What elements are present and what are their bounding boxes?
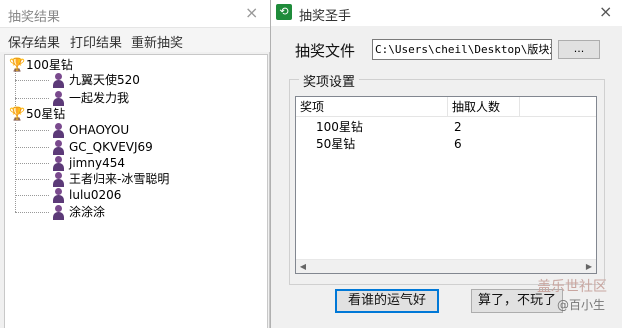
column-prize[interactable]: 奖项 <box>296 97 448 117</box>
trophy-icon: 🏆 <box>9 106 26 122</box>
winner-name: 九翼天使520 <box>69 73 140 87</box>
close-icon[interactable]: × <box>245 3 258 22</box>
person-icon <box>51 123 65 138</box>
prize-count: 2 <box>454 120 462 134</box>
menu-redraw[interactable]: 重新抽奖 <box>131 32 183 51</box>
person-icon <box>51 172 65 187</box>
tree-connector <box>15 195 49 196</box>
tree-connector <box>15 80 49 81</box>
prize-settings-title: 奖项设置 <box>299 71 360 90</box>
prize-name: 100星钻 <box>316 120 363 134</box>
winner-name: 涂涂涂 <box>69 205 106 219</box>
prize-row[interactable]: 50星钻 6 <box>296 136 596 153</box>
tree-item[interactable]: 九翼天使520 <box>51 72 140 89</box>
prize-count: 6 <box>454 137 462 151</box>
close-icon[interactable]: × <box>599 2 612 21</box>
tree-connector <box>15 212 49 213</box>
file-label: 抽奖文件 <box>295 42 356 60</box>
lottery-dialog: ⟲ 抽奖圣手 × 抽奖文件 C:\Users\cheil\Desktop\版块活… <box>270 0 622 328</box>
tree-connector <box>15 69 16 106</box>
tree-item[interactable]: jimny454 <box>51 155 125 172</box>
results-titlebar: 抽奖结果 × <box>0 0 270 28</box>
person-icon <box>51 91 65 106</box>
tree-connector <box>15 179 49 180</box>
app-icon: ⟲ <box>276 4 292 20</box>
person-icon <box>51 205 65 220</box>
prize-list[interactable]: 奖项 抽取人数 100星钻 2 50星钻 6 ◀ ▶ <box>295 96 597 274</box>
menu-print-results[interactable]: 打印结果 <box>70 32 122 51</box>
tree-item[interactable]: lulu0206 <box>51 187 121 204</box>
winner-name: jimny454 <box>69 156 125 170</box>
tree-connector <box>15 123 16 212</box>
draw-button[interactable]: 看谁的运气好 <box>335 289 439 313</box>
winner-name: lulu0206 <box>69 188 122 202</box>
scroll-left-icon[interactable]: ◀ <box>296 260 310 274</box>
tree-item[interactable]: 王者归来-冰雪聪明 <box>51 171 169 188</box>
prize-row[interactable]: 100星钻 2 <box>296 119 596 136</box>
person-icon <box>51 188 65 203</box>
results-title: 抽奖结果 <box>8 10 61 25</box>
prize-list-header: 奖项 抽取人数 <box>296 97 596 117</box>
prize-name: 50星钻 <box>316 137 356 151</box>
tree-connector <box>15 130 49 131</box>
column-count[interactable]: 抽取人数 <box>448 97 520 117</box>
dialog-title: 抽奖圣手 <box>299 9 352 24</box>
person-icon <box>51 156 65 171</box>
tree-item[interactable]: 一起发力我 <box>51 90 129 107</box>
tree-group-50[interactable]: 🏆50星钻 <box>9 106 65 123</box>
tree-item[interactable]: OHAOYOU <box>51 122 129 139</box>
tree-connector <box>15 98 49 99</box>
tree-connector <box>15 163 49 164</box>
file-path-field[interactable]: C:\Users\cheil\Desktop\版块活 <box>372 39 552 60</box>
person-icon <box>51 73 65 88</box>
winner-name: GC_QKVEVJ69 <box>69 140 153 154</box>
winner-name: 一起发力我 <box>69 91 130 105</box>
scroll-right-icon[interactable]: ▶ <box>582 260 596 274</box>
results-menu-bar: 保存结果 打印结果 重新抽奖 <box>0 28 270 52</box>
dialog-titlebar: ⟲ 抽奖圣手 × <box>271 0 622 26</box>
winner-name: 王者归来-冰雪聪明 <box>69 172 170 186</box>
tree-connector <box>15 147 49 148</box>
menu-save-results[interactable]: 保存结果 <box>8 32 60 51</box>
tree-group-label: 50星钻 <box>26 107 66 121</box>
watermark-line1: 盖乐世社区 <box>537 279 607 295</box>
browse-button[interactable]: ... <box>558 40 600 59</box>
winner-name: OHAOYOU <box>69 123 130 137</box>
watermark: 盖乐世社区 @百小生 <box>537 276 622 320</box>
trophy-icon: 🏆 <box>9 57 26 73</box>
results-window: 抽奖结果 × 保存结果 打印结果 重新抽奖 🏆100星钻 九翼天使520 一起发… <box>0 0 270 328</box>
tree-item[interactable]: GC_QKVEVJ69 <box>51 139 153 156</box>
horizontal-scrollbar[interactable]: ◀ ▶ <box>296 259 596 273</box>
tree-item[interactable]: 涂涂涂 <box>51 204 105 221</box>
results-tree[interactable]: 🏆100星钻 九翼天使520 一起发力我 🏆50星钻 OHAOYOU GC_QK… <box>4 54 268 328</box>
watermark-line2: @百小生 <box>557 298 606 312</box>
person-icon <box>51 140 65 155</box>
